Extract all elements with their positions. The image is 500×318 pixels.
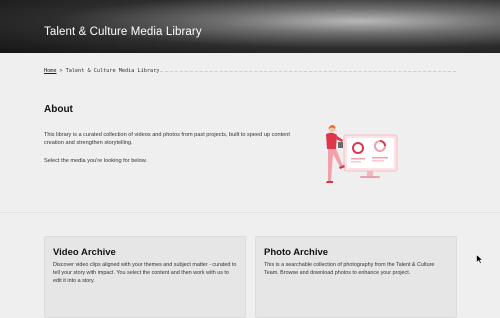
hero-banner: Talent & Culture Media Library: [0, 0, 500, 53]
woman-with-dashboard-illustration: [326, 124, 398, 183]
about-description: This library is a curated collection of …: [44, 132, 290, 147]
video-archive-card[interactable]: Video Archive Discover video clips align…: [44, 236, 246, 318]
breadcrumb: Home > Talent & Culture Media Library: [44, 68, 159, 74]
video-archive-title[interactable]: Video Archive: [53, 247, 116, 258]
photo-archive-card[interactable]: Photo Archive This is a searchable colle…: [255, 236, 457, 318]
breadcrumb-current: Talent & Culture Media Library: [65, 68, 160, 74]
breadcrumb-divider: [155, 71, 456, 72]
about-prompt: Select the media you're looking for belo…: [44, 158, 148, 164]
mouse-pointer-icon: [476, 254, 484, 264]
video-archive-description: Discover video clips aligned with your t…: [53, 262, 237, 284]
photo-archive-description: This is a searchable collection of photo…: [264, 262, 435, 276]
page-title: Talent & Culture Media Library: [44, 26, 202, 38]
about-heading: About: [44, 104, 73, 115]
photo-archive-title[interactable]: Photo Archive: [264, 247, 328, 258]
breadcrumb-separator: >: [59, 68, 63, 74]
section-divider: [0, 212, 500, 213]
breadcrumb-home-link[interactable]: Home: [44, 68, 57, 74]
